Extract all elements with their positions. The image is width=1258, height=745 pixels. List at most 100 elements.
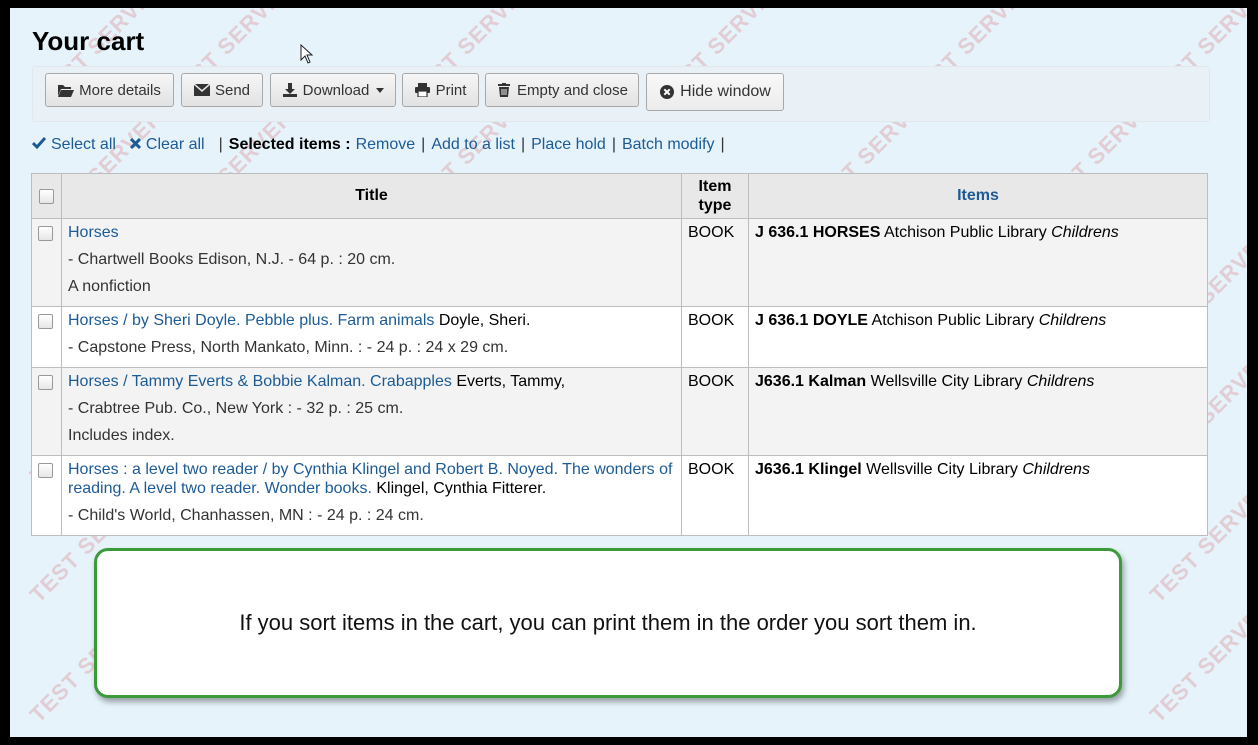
download-button[interactable]: Download xyxy=(270,73,396,107)
clear-all-link[interactable]: Clear all xyxy=(146,136,205,154)
row-checkbox[interactable] xyxy=(38,375,53,390)
author-name: Everts, Tammy, xyxy=(456,373,566,390)
row-checkbox[interactable] xyxy=(38,226,53,241)
cart-window: TEST SERVER TEST SERVER TEST SERVER TEST… xyxy=(10,8,1247,737)
collection-name: Childrens xyxy=(1038,312,1107,329)
divider: | xyxy=(421,136,426,153)
call-number: J636.1 Kalman xyxy=(755,373,867,390)
watermark: TEST SERVER xyxy=(1144,594,1247,728)
title-cell: Horses / Tammy Everts & Bobbie Kalman. C… xyxy=(61,367,682,456)
remove-link[interactable]: Remove xyxy=(356,136,416,154)
item-type-cell: BOOK xyxy=(681,367,749,456)
print-button[interactable]: Print xyxy=(402,73,479,107)
title-link[interactable]: Horses : a level two reader / by Cynthia… xyxy=(68,461,672,497)
hide-window-button[interactable]: Hide window xyxy=(646,73,784,111)
collection-name: Childrens xyxy=(1051,224,1119,241)
divider: | xyxy=(218,136,223,153)
author-name: Doyle, Sheri. xyxy=(438,312,531,329)
add-to-list-link[interactable]: Add to a list xyxy=(431,136,515,154)
download-label: Download xyxy=(302,81,370,99)
table-row: Horses / by Sheri Doyle. Pebble plus. Fa… xyxy=(31,306,1208,368)
table-row: Horses / Tammy Everts & Bobbie Kalman. C… xyxy=(31,367,1208,456)
check-icon xyxy=(31,136,47,154)
title-link[interactable]: Horses xyxy=(68,224,119,241)
library-name: Wellsville City Library xyxy=(866,461,1018,478)
empty-and-close-label: Empty and close xyxy=(517,81,628,99)
more-details-button[interactable]: More details xyxy=(45,73,174,107)
library-name: Atchison Public Library xyxy=(871,312,1035,329)
row-checkbox-cell xyxy=(31,306,62,368)
batch-modify-link[interactable]: Batch modify xyxy=(622,136,714,154)
tip-callout: If you sort items in the cart, you can p… xyxy=(94,548,1122,698)
library-name: Wellsville City Library xyxy=(870,373,1023,390)
trash-icon xyxy=(496,82,512,98)
send-button[interactable]: Send xyxy=(181,73,263,107)
row-checkbox[interactable] xyxy=(38,314,53,329)
table-row: Horses - Chartwell Books Edison, N.J. - … xyxy=(31,218,1208,307)
note-text: Includes index. xyxy=(68,427,175,444)
call-number: J636.1 Klingel xyxy=(755,461,862,478)
cart-toolbar: More details Send Download Print Empty a… xyxy=(32,66,1210,122)
library-name: Atchison Public Library xyxy=(883,224,1047,241)
cart-table: Title Item type Items Horses - Chartwell … xyxy=(31,173,1208,536)
divider: | xyxy=(611,136,616,153)
divider: | xyxy=(520,136,526,153)
more-details-label: More details xyxy=(79,81,161,99)
item-type-header-line1: Item xyxy=(698,178,732,195)
item-type-cell: BOOK xyxy=(681,218,749,307)
item-type-cell: BOOK xyxy=(681,306,749,368)
select-all-link[interactable]: Select all xyxy=(51,136,116,154)
page-title: Your cart xyxy=(32,26,145,56)
publication-info: - Capstone Press, North Mankato, Minn. :… xyxy=(68,339,509,356)
title-column-header[interactable]: Title xyxy=(61,173,682,219)
item-type-cell: BOOK xyxy=(681,455,749,536)
call-number: J 636.1 HORSES xyxy=(755,224,881,241)
table-header-row: Title Item type Items xyxy=(31,173,1208,219)
envelope-icon xyxy=(193,82,210,98)
title-link[interactable]: Horses / by Sheri Doyle. Pebble plus. Fa… xyxy=(68,312,434,329)
print-label: Print xyxy=(435,81,467,99)
title-cell: Horses - Chartwell Books Edison, N.J. - … xyxy=(61,218,682,307)
select-all-checkbox[interactable] xyxy=(39,188,54,204)
tip-text: If you sort items in the cart, you can p… xyxy=(239,610,977,635)
mouse-cursor-icon xyxy=(300,44,314,64)
title-link[interactable]: Horses / Tammy Everts & Bobbie Kalman. C… xyxy=(68,373,452,390)
table-row: Horses : a level two reader / by Cynthia… xyxy=(31,455,1208,536)
items-column-header[interactable]: Items xyxy=(748,173,1208,219)
row-checkbox-cell xyxy=(31,455,62,536)
close-icon xyxy=(129,136,141,154)
author-name: Klingel, Cynthia Fitterer. xyxy=(376,480,547,497)
close-circle-icon xyxy=(659,84,675,100)
collection-name: Childrens xyxy=(1026,373,1095,390)
title-cell: Horses : a level two reader / by Cynthia… xyxy=(61,455,682,536)
download-icon xyxy=(282,82,298,98)
row-checkbox[interactable] xyxy=(38,463,53,478)
items-cell: J636.1 Kalman Wellsville City Library Ch… xyxy=(748,367,1208,456)
empty-and-close-button[interactable]: Empty and close xyxy=(485,73,639,107)
publication-info: - Child's World, Chanhassen, MN : - 24 p… xyxy=(68,507,424,524)
folder-open-icon xyxy=(58,82,75,98)
header-checkbox-cell xyxy=(31,173,62,219)
collection-name: Childrens xyxy=(1022,461,1090,478)
title-header-label: Title xyxy=(355,187,388,204)
selected-items-label: Selected items : xyxy=(228,136,351,153)
items-header-label: Items xyxy=(957,187,999,204)
items-cell: J 636.1 HORSES Atchison Public Library C… xyxy=(748,218,1208,307)
note-text: A nonfiction xyxy=(68,278,151,295)
selection-toolbar: Select all Clear all | Selected items : … xyxy=(31,136,731,154)
send-label: Send xyxy=(214,81,251,99)
call-number: J 636.1 DOYLE xyxy=(755,312,868,329)
printer-icon xyxy=(415,82,431,98)
hide-window-label: Hide window xyxy=(680,83,771,100)
publication-info: - Chartwell Books Edison, N.J. - 64 p. :… xyxy=(68,251,396,268)
items-cell: J 636.1 DOYLE Atchison Public Library Ch… xyxy=(748,306,1208,368)
row-checkbox-cell xyxy=(31,367,62,456)
item-type-header-line2: type xyxy=(698,197,732,214)
chevron-down-icon xyxy=(376,87,385,93)
place-hold-link[interactable]: Place hold xyxy=(531,136,606,154)
publication-info: - Crabtree Pub. Co., New York : - 32 p. … xyxy=(68,400,404,417)
item-type-column-header[interactable]: Item type xyxy=(681,173,749,219)
title-cell: Horses / by Sheri Doyle. Pebble plus. Fa… xyxy=(61,306,682,368)
divider: | xyxy=(720,136,725,153)
items-cell: J636.1 Klingel Wellsville City Library C… xyxy=(748,455,1208,536)
